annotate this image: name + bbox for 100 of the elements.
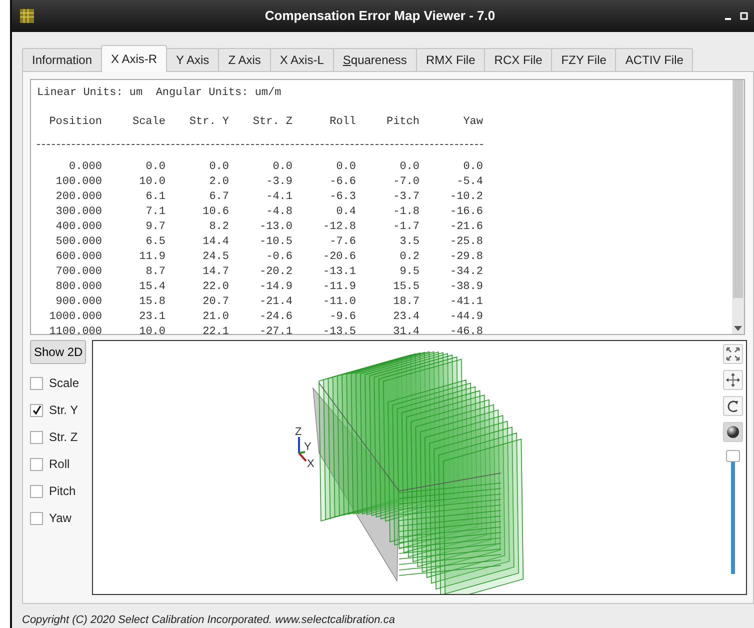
table-cell-text: 7.1 (144, 205, 166, 220)
table-cell-text: -6.3 (328, 190, 356, 205)
table-cell-text: 0.0 (398, 160, 420, 175)
column-header: Yaw (462, 115, 483, 130)
table-cell-text: 2.0 (208, 175, 229, 190)
slider-handle[interactable] (726, 450, 740, 462)
axis-label: Y (304, 440, 312, 452)
fit-button[interactable] (723, 344, 743, 364)
column-header: Scale (131, 115, 166, 130)
checkbox-label: Str. Y (49, 402, 78, 419)
tab[interactable]: X Axis-L (270, 48, 334, 70)
column-header: Roll (328, 115, 356, 130)
table-cell-text: 6.1 (144, 190, 166, 205)
tab[interactable]: Y Axis (166, 48, 220, 70)
table-cell-text: -13.0 (258, 220, 292, 235)
pan-button[interactable] (723, 370, 743, 390)
column-header: Position (48, 115, 102, 130)
table-cell-text: 0.0 (462, 160, 483, 175)
table-cell-text: 8.7 (144, 265, 166, 280)
table-cell-text: 700.000 (54, 265, 102, 280)
table-cell-text: -3.7 (392, 190, 420, 205)
table-cell-text: 200.000 (54, 190, 102, 205)
table-cell-text: 1000.000 (48, 310, 102, 325)
table-cell-text: 10.6 (202, 205, 229, 220)
rotate-icon (726, 398, 740, 412)
table-cell-text: -25.8 (448, 235, 483, 250)
checkbox[interactable] (30, 484, 43, 498)
tab[interactable]: X Axis-R (101, 44, 168, 72)
table-cell-text: 0.000 (68, 160, 102, 175)
scrollbar[interactable] (732, 80, 744, 334)
table-cell-text: -7.0 (392, 175, 420, 190)
checkbox[interactable] (30, 430, 43, 444)
column-header: Str. Y (188, 115, 229, 130)
table-cell-text: 15.4 (138, 280, 166, 295)
sphere-button[interactable] (723, 422, 743, 442)
table-cell-text: 18.7 (392, 295, 420, 310)
table-cell-text: 6.7 (208, 190, 229, 205)
table-cell-text: 600.000 (54, 250, 102, 265)
table-cell-text: 0.0 (272, 160, 292, 175)
table-cell-text: 800.000 (54, 280, 102, 295)
zoom-slider[interactable] (726, 450, 740, 574)
table-cell-text: 0.4 (335, 205, 356, 220)
table-cell-text: 15.5 (392, 280, 420, 295)
table-cell-text: -41.1 (448, 295, 483, 310)
table-cell-text: 23.4 (392, 310, 420, 325)
checkbox[interactable] (30, 512, 43, 524)
table-cell-text: 8.2 (208, 220, 229, 235)
pan-icon (726, 372, 740, 386)
table-cell-text: -20.2 (258, 265, 292, 280)
tab[interactable]: Squareness (332, 48, 417, 70)
table-cell-text: 15.8 (138, 295, 166, 310)
table-cell-text: 9.5 (398, 265, 420, 280)
table-cell-text: -4.1 (265, 190, 292, 205)
table-cell-text: -5.4 (456, 175, 483, 190)
table-cell-text: 900.000 (54, 295, 102, 310)
table-cell-text: 0.0 (208, 160, 229, 175)
checkbox-label: Scale (49, 375, 80, 392)
table-cell-text: -38.9 (448, 280, 483, 295)
table-cell-text: -9.6 (328, 310, 356, 325)
show-2d-button[interactable]: Show 2D (30, 340, 86, 364)
tab[interactable]: ACTIV File (615, 48, 694, 70)
table-cell-text: 24.5 (202, 250, 229, 265)
table-cell-text: 300.000 (54, 205, 102, 220)
table-cell-text: 20.7 (202, 295, 229, 310)
down-arrow-icon[interactable] (734, 326, 742, 331)
checkbox[interactable] (30, 404, 43, 416)
table-cell-text: 3.5 (398, 235, 420, 250)
tab[interactable]: Z Axis (218, 48, 271, 70)
table-cell-text: -21.4 (258, 295, 292, 310)
tab[interactable]: FZY File (551, 48, 616, 70)
3d-viewer[interactable]: Z Y X (92, 340, 747, 594)
table-cell-text: -7.6 (328, 235, 356, 250)
sphere-icon (726, 424, 740, 438)
table-cell-text: 14.4 (202, 235, 229, 250)
table-cell-text: -6.6 (328, 175, 356, 190)
table-cell-text: 0.0 (335, 160, 356, 175)
table-cell-text: -11.0 (322, 295, 356, 310)
tab[interactable]: RCX File (484, 48, 552, 70)
table-cell-text: -14.9 (258, 280, 292, 295)
table-cell-text: 6.5 (144, 235, 166, 250)
tab[interactable]: Information (22, 48, 102, 70)
units-text: Linear Units: um Angular Units: um/m (37, 86, 282, 100)
table-cell-text: 9.7 (144, 220, 166, 235)
rotate-button[interactable] (723, 396, 743, 416)
axis-label: Z (295, 426, 302, 438)
checkbox-label: Roll (49, 456, 70, 473)
table-cell-text: 0.0 (144, 160, 166, 175)
table-cell-text: 21.0 (202, 310, 229, 325)
checkbox[interactable] (30, 376, 43, 390)
tab[interactable]: RMX File (416, 48, 486, 70)
table-cell-text: -44.9 (448, 310, 483, 325)
table-cell-text: 23.1 (138, 310, 166, 325)
table-cell-text: -1.8 (392, 205, 420, 220)
table-cell-text: -13.1 (322, 265, 356, 280)
table-cell-text: -10.2 (448, 190, 483, 205)
window-title: Compensation Error Map Viewer - 7.0 (264, 7, 496, 25)
maximize-icon[interactable] (740, 10, 748, 21)
checkbox-label: Pitch (49, 483, 76, 500)
table-cell-text: 10.0 (138, 175, 166, 190)
checkbox[interactable] (30, 458, 43, 470)
